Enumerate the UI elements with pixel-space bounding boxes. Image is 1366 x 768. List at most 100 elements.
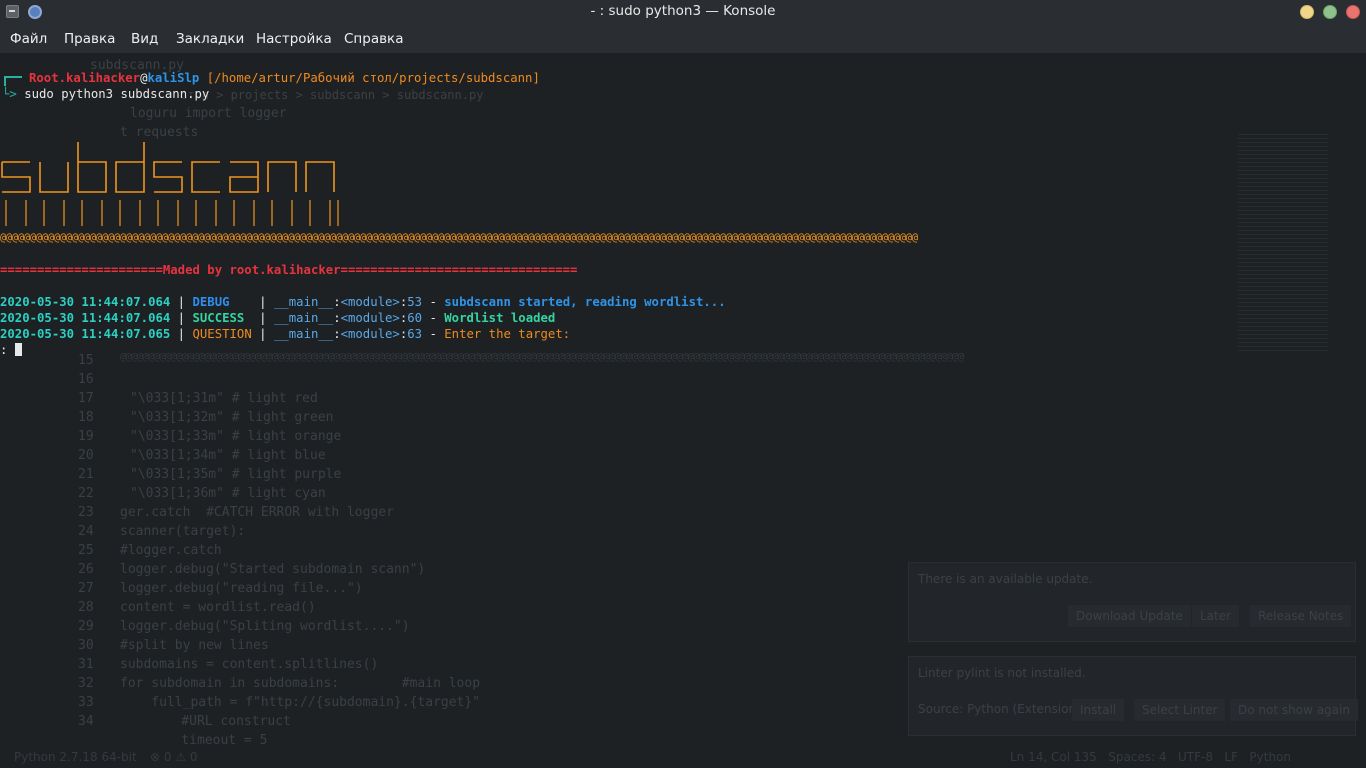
ghost-status-errors: ⊗ 0 ⚠ 0 xyxy=(150,750,198,764)
ghost-line-number: 30 xyxy=(78,638,94,653)
ghost-code-line: logger.debug("reading file...") xyxy=(120,581,363,596)
ghost-line-number: 27 xyxy=(78,581,94,596)
ghost-line-number: 18 xyxy=(78,410,94,425)
log-func: <module> xyxy=(340,311,400,325)
ghost-line-number: 31 xyxy=(78,657,94,672)
log-lineno: 63 xyxy=(407,327,423,341)
ghost-download-update-button: Download Update xyxy=(1068,605,1191,627)
log-lineno: 60 xyxy=(407,311,423,325)
terminal-area[interactable]: subdscann.py стол > projects > subdscann… xyxy=(0,54,1366,768)
title-bar: - : sudo python3 — Konsole xyxy=(0,0,1366,24)
ghost-line-number: 33 xyxy=(78,695,94,710)
log-time: 2020-05-30 11:44:07.064 xyxy=(0,295,171,309)
log-level: SUCCESS xyxy=(192,311,252,325)
log-time: 2020-05-30 11:44:07.065 xyxy=(0,327,171,341)
ghost-code-line: full_path = f"http://{subdomain}.{target… xyxy=(120,695,481,710)
log-time: 2020-05-30 11:44:07.064 xyxy=(0,311,171,325)
ghost-line-number: 16 xyxy=(78,372,94,387)
ghost-minimap xyxy=(1238,134,1328,354)
ghost-code-line: "\033[1;32m" # light green xyxy=(130,410,334,425)
ghost-line-number: 21 xyxy=(78,467,94,482)
ghost-code-line: logger.debug("Spliting wordlist....") xyxy=(120,619,410,634)
close-button[interactable] xyxy=(1346,5,1360,19)
banner-glyphs xyxy=(1,142,335,193)
log-line-question: 2020-05-30 11:44:07.065 | QUESTION | __m… xyxy=(0,327,571,341)
input-prompt: : xyxy=(0,343,15,357)
menu-bar: Файл Правка Вид Закладки Настройка Справ… xyxy=(0,24,1366,54)
menu-view[interactable]: Вид xyxy=(131,31,158,47)
menu-bookmarks[interactable]: Закладки xyxy=(176,31,244,47)
ghost-breadcrumb: стол > projects > subdscann > subdscann.… xyxy=(180,88,484,102)
log-module: __main__ xyxy=(273,295,334,309)
ghost-line-number: 23 xyxy=(78,505,94,520)
log-line-debug: 2020-05-30 11:44:07.064 | DEBUG | __main… xyxy=(0,295,726,309)
menu-help[interactable]: Справка xyxy=(344,31,403,47)
ghost-code-line: logger.debug("Started subdomain scann") xyxy=(120,562,426,577)
prompt-line: Root.kalihacker@kaliSlp [/home/artur/Раб… xyxy=(29,70,540,86)
ghost-line-number: 20 xyxy=(78,448,94,463)
ghost-status-bar: Python 2.7.18 64-bit ⊗ 0 ⚠ 0 Ln 14, Col … xyxy=(0,750,1366,768)
ghost-code-line: #split by new lines xyxy=(120,638,269,653)
ghost-line-number: 32 xyxy=(78,676,94,691)
log-message: subdscann started, reading wordlist... xyxy=(444,295,726,309)
prompt-user: Root.kalihacker xyxy=(29,71,141,85)
log-message: Wordlist loaded xyxy=(444,311,556,325)
window-title: - : sudo python3 — Konsole xyxy=(590,3,776,19)
maximize-button[interactable] xyxy=(1323,5,1337,19)
minimize-button[interactable] xyxy=(1300,5,1314,19)
log-func: <module> xyxy=(340,327,400,341)
ghost-notification-text: Linter pylint is not installed. xyxy=(918,666,1086,680)
ghost-line-number: 26 xyxy=(78,562,94,577)
ghost-release-notes-button: Release Notes xyxy=(1250,605,1352,627)
ghost-code-line: "\033[1;36m" # light cyan xyxy=(130,486,326,501)
ghost-line-number: 28 xyxy=(78,600,94,615)
ghost-code-line: scanner(target): xyxy=(120,524,246,539)
ghost-notification-text: There is an available update. xyxy=(918,572,1093,586)
log-level: DEBUG xyxy=(192,295,252,309)
ghost-code-line: #URL construct xyxy=(150,714,291,729)
ascii-banner xyxy=(0,122,350,235)
banner-at-line: @@@@@@@@@@@@@@@@@@@@@@@@@@@@@@@@@@@@@@@@… xyxy=(0,232,918,244)
ghost-select-linter-button: Select Linter xyxy=(1134,699,1226,721)
ghost-line-number: 22 xyxy=(78,486,94,501)
ghost-line-number: 34 xyxy=(78,714,94,729)
log-level: QUESTION xyxy=(192,327,252,341)
ghost-code-line: "\033[1;33m" # light orange xyxy=(130,429,342,444)
prompt-bracket-icon xyxy=(4,76,22,86)
ghost-line-number: 15 xyxy=(78,353,94,368)
ghost-code-line: ger.catch #CATCH ERROR with logger xyxy=(120,505,394,520)
prompt-arrow-icon: └> xyxy=(2,87,25,101)
prompt-host: kaliSlp xyxy=(147,71,200,85)
menu-settings[interactable]: Настройка xyxy=(256,31,332,47)
ghost-line-number: 29 xyxy=(78,619,94,634)
log-lineno: 53 xyxy=(407,295,423,309)
menu-file[interactable]: Файл xyxy=(10,31,47,47)
ghost-code-line: "\033[1;35m" # light purple xyxy=(130,467,342,482)
input-line[interactable]: : xyxy=(0,342,22,358)
ghost-line-number: 24 xyxy=(78,524,94,539)
menu-edit[interactable]: Правка xyxy=(64,31,115,47)
ghost-code-line: "\033[1;34m" # light blue xyxy=(130,448,326,463)
ghost-do-not-show-button: Do not show again xyxy=(1230,699,1358,721)
text-cursor[interactable] xyxy=(14,343,22,356)
prompt-path: [/home/artur/Рабочий стол/projects/subds… xyxy=(199,71,540,85)
banner-drips xyxy=(5,200,339,226)
log-module: __main__ xyxy=(273,311,334,325)
ghost-code-line: for subdomain in subdomains: #main loop xyxy=(120,676,481,691)
ghost-later-button: Later xyxy=(1192,605,1240,627)
ghost-line-number: 19 xyxy=(78,429,94,444)
command-text: sudo python3 subdscann.py xyxy=(24,87,210,101)
ghost-line-number: 25 xyxy=(78,543,94,558)
command-line: └> sudo python3 subdscann.py xyxy=(2,86,209,102)
ghost-notification-source: Source: Python (Extension) xyxy=(918,702,1081,716)
log-module: __main__ xyxy=(273,327,334,341)
ghost-install-button: Install xyxy=(1072,699,1125,721)
ghost-at-line: @@@@@@@@@@@@@@@@@@@@@@@@@@@@@@@@@@@@@@@@… xyxy=(120,350,964,363)
made-by-line: ======================Maded by root.kali… xyxy=(0,263,578,277)
log-func: <module> xyxy=(340,295,400,309)
ghost-line-number: 17 xyxy=(78,391,94,406)
ghost-status-python: Python 2.7.18 64-bit xyxy=(14,750,137,764)
ghost-code-line: #logger.catch xyxy=(120,543,222,558)
ghost-status-right: Ln 14, Col 135 Spaces: 4 UTF-8 LF Python xyxy=(1010,750,1292,764)
ghost-code-line: timeout = 5 xyxy=(150,733,268,748)
